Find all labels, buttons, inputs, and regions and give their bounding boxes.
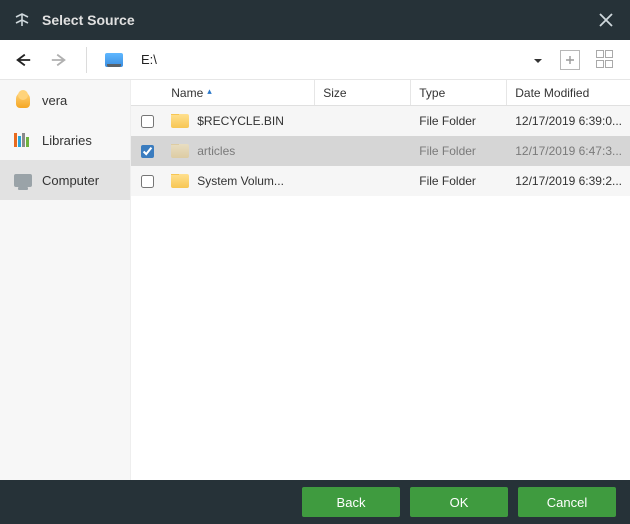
file-type: File Folder (411, 174, 507, 188)
sidebar-item-vera[interactable]: vera (0, 80, 130, 120)
folder-icon (171, 174, 189, 188)
drive-icon (105, 53, 123, 67)
file-date: 12/17/2019 6:47:3... (507, 144, 630, 158)
file-name: System Volum... (197, 174, 284, 188)
chevron-down-icon[interactable] (532, 54, 544, 66)
sidebar-item-label: Libraries (42, 133, 92, 148)
file-date: 12/17/2019 6:39:2... (507, 174, 630, 188)
title-bar: Select Source (0, 0, 630, 40)
sidebar-item-libraries[interactable]: Libraries (0, 120, 130, 160)
nav-toolbar: E:\ (0, 40, 630, 80)
view-grid-icon[interactable] (596, 50, 616, 70)
sidebar-item-computer[interactable]: Computer (0, 160, 130, 200)
computer-icon (14, 171, 32, 189)
app-icon (12, 10, 32, 30)
file-list: Name▴ Size Type Date Modified $RECYCLE.B… (131, 80, 630, 480)
column-name[interactable]: Name▴ (163, 80, 315, 105)
new-folder-icon[interactable] (560, 50, 580, 70)
footer: Back OK Cancel (0, 480, 630, 524)
libraries-icon (14, 131, 32, 149)
cancel-button[interactable]: Cancel (518, 487, 616, 517)
sidebar: vera Libraries Computer (0, 80, 131, 480)
row-checkbox[interactable] (141, 145, 154, 158)
sort-indicator-icon: ▴ (207, 86, 212, 97)
file-date: 12/17/2019 6:39:0... (507, 114, 630, 128)
back-arrow-icon[interactable] (14, 51, 32, 69)
file-rows: $RECYCLE.BINFile Folder12/17/2019 6:39:0… (131, 106, 630, 480)
table-row[interactable]: articles File Folder12/17/2019 6:47:3... (131, 136, 630, 166)
close-icon[interactable] (594, 8, 618, 32)
column-type[interactable]: Type (411, 80, 507, 105)
file-name: $RECYCLE.BIN (197, 114, 284, 128)
column-date[interactable]: Date Modified (507, 80, 630, 105)
row-checkbox[interactable] (141, 115, 154, 128)
folder-icon (171, 144, 189, 158)
window-title: Select Source (42, 12, 594, 28)
column-checkbox (131, 80, 163, 105)
ok-button[interactable]: OK (410, 487, 508, 517)
folder-icon (171, 114, 189, 128)
toolbar-divider (86, 47, 87, 73)
path-text: E:\ (141, 52, 514, 67)
sidebar-item-label: Computer (42, 173, 99, 188)
user-icon (14, 91, 32, 109)
sidebar-item-label: vera (42, 93, 67, 108)
column-headers: Name▴ Size Type Date Modified (131, 80, 630, 106)
row-checkbox[interactable] (141, 175, 154, 188)
forward-arrow-icon[interactable] (50, 51, 68, 69)
table-row[interactable]: System Volum... File Folder12/17/2019 6:3… (131, 166, 630, 196)
column-size[interactable]: Size (315, 80, 411, 105)
file-type: File Folder (411, 114, 507, 128)
file-name: articles (197, 144, 235, 158)
table-row[interactable]: $RECYCLE.BIN File Folder12/17/2019 6:39:0… (131, 106, 630, 136)
back-button[interactable]: Back (302, 487, 400, 517)
file-type: File Folder (411, 144, 507, 158)
